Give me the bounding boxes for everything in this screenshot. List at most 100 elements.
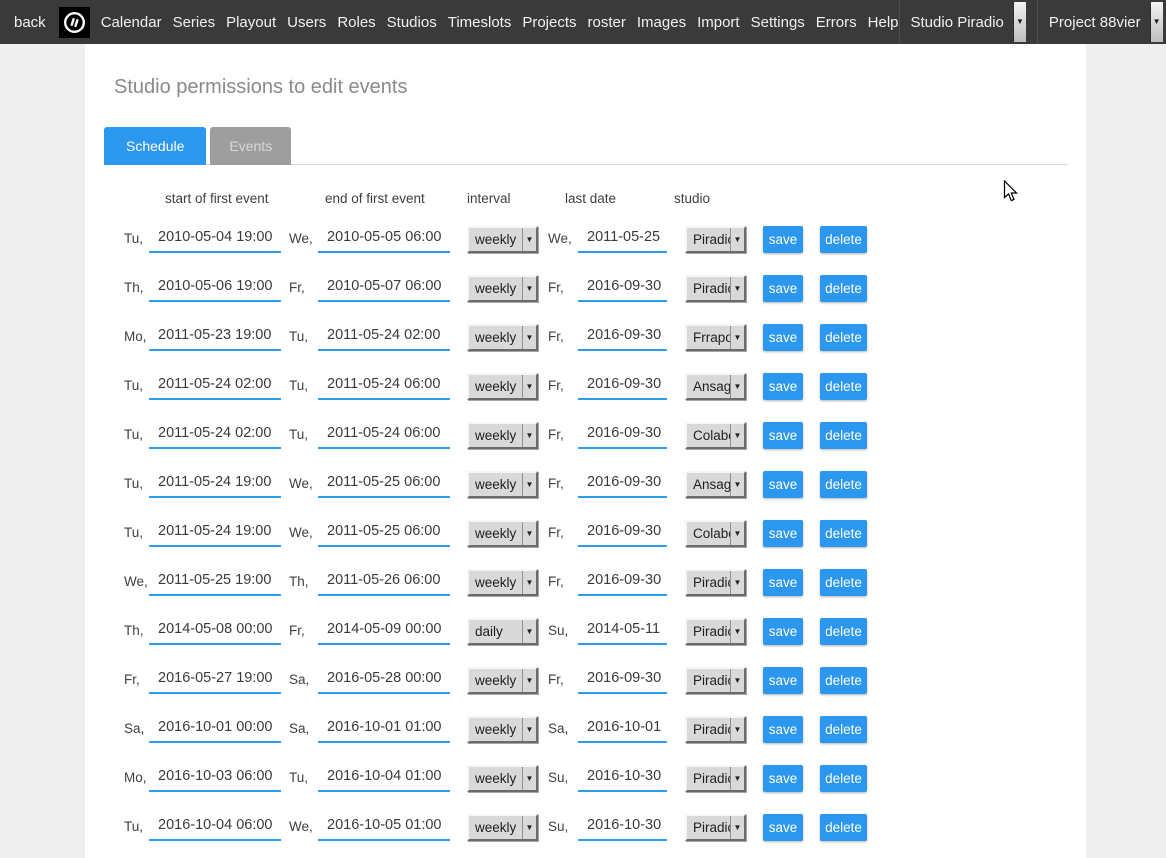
start-of-first-event-input[interactable] <box>149 471 281 498</box>
start-of-first-event-input[interactable] <box>149 618 281 645</box>
delete-button[interactable]: delete <box>820 226 867 253</box>
save-button[interactable]: save <box>763 765 803 792</box>
studio-select[interactable]: Frrapo ▼ <box>685 324 746 351</box>
last-date-input[interactable] <box>578 520 667 547</box>
studio-select[interactable]: Studio Piradio ▼ <box>899 0 1026 44</box>
last-date-input[interactable] <box>578 422 667 449</box>
studio-select[interactable]: Ansage ▼ <box>685 471 746 498</box>
save-button[interactable]: save <box>763 716 803 743</box>
chevron-down-icon[interactable]: ▼ <box>730 473 744 496</box>
save-button[interactable]: save <box>763 814 803 841</box>
delete-button[interactable]: delete <box>820 765 867 792</box>
save-button[interactable]: save <box>763 373 803 400</box>
studio-select[interactable]: Piradio ▼ <box>685 569 746 596</box>
start-of-first-event-input[interactable] <box>149 520 281 547</box>
start-of-first-event-input[interactable] <box>149 275 281 302</box>
save-button[interactable]: save <box>763 520 803 547</box>
delete-button[interactable]: delete <box>820 471 867 498</box>
chevron-down-icon[interactable]: ▼ <box>522 228 536 251</box>
nav-item-series[interactable]: Series <box>173 14 216 31</box>
interval-select[interactable]: weekly ▼ <box>467 324 538 351</box>
interval-select[interactable]: weekly ▼ <box>467 667 538 694</box>
nav-item-timeslots[interactable]: Timeslots <box>448 14 512 31</box>
end-of-first-event-input[interactable] <box>318 471 450 498</box>
interval-select[interactable]: weekly ▼ <box>467 422 538 449</box>
end-of-first-event-input[interactable] <box>318 618 450 645</box>
chevron-down-icon[interactable]: ▼ <box>730 522 744 545</box>
studio-select[interactable]: Piradio ▼ <box>685 275 746 302</box>
nav-item-calendar[interactable]: Calendar <box>101 14 162 31</box>
studio-select[interactable]: Piradio ▼ <box>685 814 746 841</box>
chevron-down-icon[interactable]: ▼ <box>1150 2 1163 42</box>
nav-item-projects[interactable]: Projects <box>522 14 576 31</box>
last-date-input[interactable] <box>578 275 667 302</box>
chevron-down-icon[interactable]: ▼ <box>522 816 536 839</box>
interval-select[interactable]: daily ▼ <box>467 618 538 645</box>
chevron-down-icon[interactable]: ▼ <box>522 473 536 496</box>
nav-item-help[interactable]: Help <box>868 14 899 31</box>
last-date-input[interactable] <box>578 618 667 645</box>
last-date-input[interactable] <box>578 765 667 792</box>
end-of-first-event-input[interactable] <box>318 716 450 743</box>
chevron-down-icon[interactable]: ▼ <box>730 375 744 398</box>
chevron-down-icon[interactable]: ▼ <box>522 620 536 643</box>
interval-select[interactable]: weekly ▼ <box>467 226 538 253</box>
interval-select[interactable]: weekly ▼ <box>467 520 538 547</box>
chevron-down-icon[interactable]: ▼ <box>730 669 744 692</box>
chevron-down-icon[interactable]: ▼ <box>522 767 536 790</box>
end-of-first-event-input[interactable] <box>318 324 450 351</box>
delete-button[interactable]: delete <box>820 422 867 449</box>
end-of-first-event-input[interactable] <box>318 814 450 841</box>
start-of-first-event-input[interactable] <box>149 324 281 351</box>
start-of-first-event-input[interactable] <box>149 373 281 400</box>
save-button[interactable]: save <box>763 618 803 645</box>
delete-button[interactable]: delete <box>820 716 867 743</box>
end-of-first-event-input[interactable] <box>318 765 450 792</box>
delete-button[interactable]: delete <box>820 275 867 302</box>
save-button[interactable]: save <box>763 569 803 596</box>
chevron-down-icon[interactable]: ▼ <box>522 522 536 545</box>
chevron-down-icon[interactable]: ▼ <box>730 816 744 839</box>
studio-select[interactable]: Piradio ▼ <box>685 667 746 694</box>
studio-select[interactable]: Colabo ▼ <box>685 520 746 547</box>
nav-item-settings[interactable]: Settings <box>751 14 805 31</box>
tab-events[interactable]: Events <box>210 127 291 165</box>
last-date-input[interactable] <box>578 716 667 743</box>
chevron-down-icon[interactable]: ▼ <box>730 424 744 447</box>
tab-schedule[interactable]: Schedule <box>104 127 206 165</box>
chevron-down-icon[interactable]: ▼ <box>730 571 744 594</box>
back-link[interactable]: back <box>14 14 46 31</box>
last-date-input[interactable] <box>578 569 667 596</box>
save-button[interactable]: save <box>763 667 803 694</box>
chevron-down-icon[interactable]: ▼ <box>730 277 744 300</box>
save-button[interactable]: save <box>763 422 803 449</box>
delete-button[interactable]: delete <box>820 667 867 694</box>
studio-select[interactable]: Piradio ▼ <box>685 716 746 743</box>
interval-select[interactable]: weekly ▼ <box>467 765 538 792</box>
chevron-down-icon[interactable]: ▼ <box>1013 2 1026 42</box>
save-button[interactable]: save <box>763 324 803 351</box>
chevron-down-icon[interactable]: ▼ <box>730 228 744 251</box>
interval-select[interactable]: weekly ▼ <box>467 569 538 596</box>
studio-select[interactable]: Colabo ▼ <box>685 422 746 449</box>
last-date-input[interactable] <box>578 226 667 253</box>
start-of-first-event-input[interactable] <box>149 716 281 743</box>
last-date-input[interactable] <box>578 373 667 400</box>
last-date-input[interactable] <box>578 814 667 841</box>
last-date-input[interactable] <box>578 471 667 498</box>
delete-button[interactable]: delete <box>820 520 867 547</box>
studio-select[interactable]: Ansage ▼ <box>685 373 746 400</box>
end-of-first-event-input[interactable] <box>318 275 450 302</box>
end-of-first-event-input[interactable] <box>318 569 450 596</box>
start-of-first-event-input[interactable] <box>149 765 281 792</box>
chevron-down-icon[interactable]: ▼ <box>522 375 536 398</box>
save-button[interactable]: save <box>763 226 803 253</box>
end-of-first-event-input[interactable] <box>318 373 450 400</box>
delete-button[interactable]: delete <box>820 373 867 400</box>
interval-select[interactable]: weekly ▼ <box>467 814 538 841</box>
studio-select[interactable]: Piradio ▼ <box>685 765 746 792</box>
start-of-first-event-input[interactable] <box>149 569 281 596</box>
nav-item-users[interactable]: Users <box>287 14 326 31</box>
end-of-first-event-input[interactable] <box>318 520 450 547</box>
end-of-first-event-input[interactable] <box>318 667 450 694</box>
